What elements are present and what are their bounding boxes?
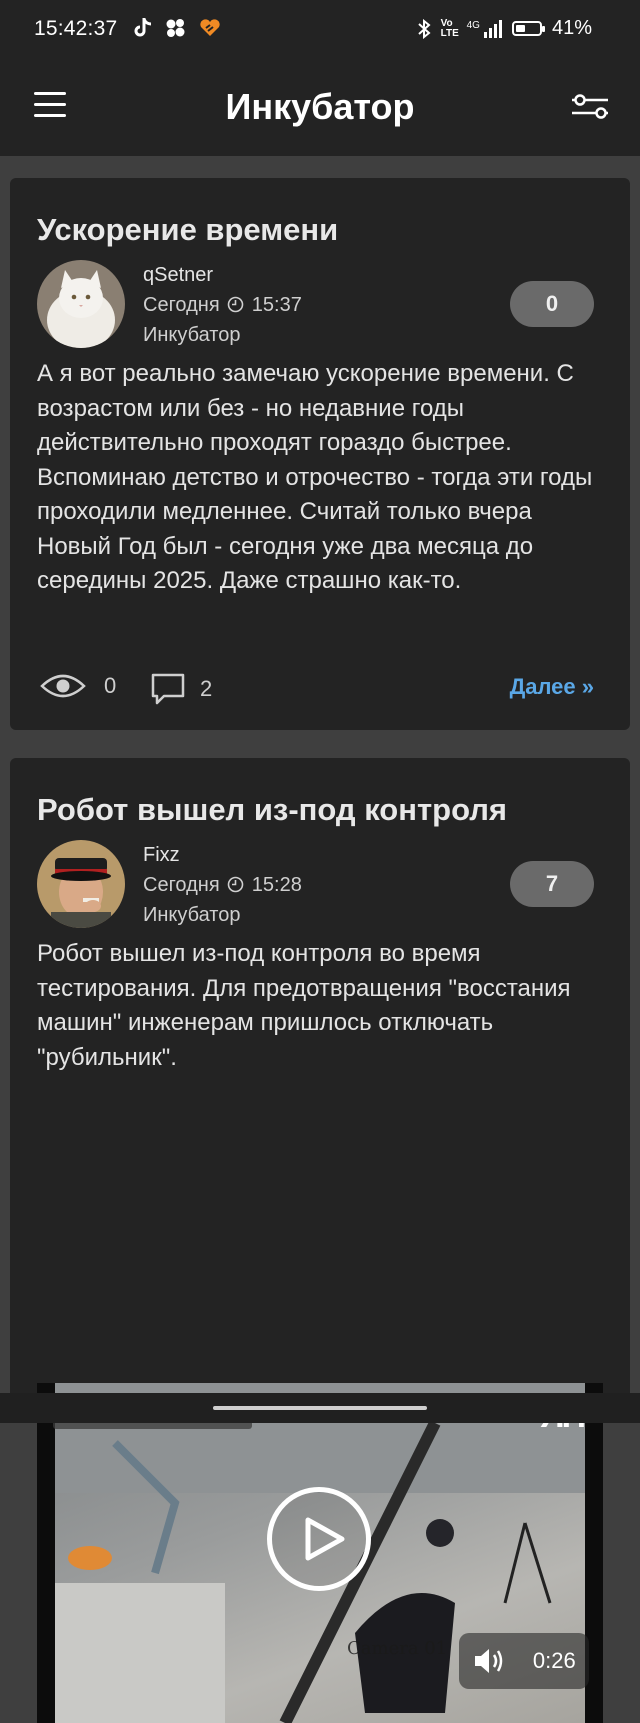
tiktok-icon (134, 18, 152, 37)
post-card: Робот вышел из-под контроля Fixz Сегодня… (10, 758, 630, 1723)
community-name[interactable]: Инкубатор (143, 320, 302, 350)
video-duration: 0:26 (532, 1648, 576, 1673)
play-button-icon[interactable] (267, 1487, 371, 1591)
filter-sliders-icon[interactable] (570, 92, 610, 122)
clock-icon (227, 296, 244, 313)
rating-badge[interactable]: 7 (510, 861, 594, 907)
video-player[interactable]: Восстания машин ЯП Camera 01 0:26 (37, 1383, 603, 1723)
app-title: Инкубатор (225, 86, 415, 127)
bluetooth-icon (417, 18, 431, 39)
volte-icon: Vo LTE (440, 17, 459, 39)
post-text: Робот вышел из-под контроля во время тес… (37, 940, 571, 1071)
video-controls: 0:26 (459, 1633, 589, 1689)
community-name[interactable]: Инкубатор (143, 900, 302, 930)
post-date: Сегодня (143, 874, 220, 896)
author-avatar[interactable] (37, 840, 125, 928)
home-gesture-handle[interactable] (213, 1406, 427, 1410)
post-footer: 0 2 Далее » (40, 668, 594, 706)
read-more-link[interactable]: Далее » (510, 674, 594, 700)
post-datetime: Сегодня 15:37 (143, 290, 302, 320)
app-dots-icon (166, 19, 185, 37)
post-text: А я вот реально замечаю ускорение времен… (37, 360, 593, 594)
battery-percent: 41% (551, 17, 592, 39)
comment-icon (151, 673, 185, 705)
clock-icon (227, 876, 244, 893)
author-name[interactable]: qSetner (143, 260, 302, 290)
author-name[interactable]: Fixz (143, 840, 302, 870)
post-time: 15:28 (251, 874, 302, 896)
notification-icons (133, 17, 221, 39)
post-date: Сегодня (143, 294, 220, 316)
network-type: 4G (466, 19, 480, 31)
app-bar: Инкубатор (0, 56, 640, 156)
post-meta: qSetner Сегодня 15:37 Инкубатор (143, 260, 302, 350)
post-time: 15:37 (251, 294, 302, 316)
post-card: Ускорение времени qSetner Сегодня 15:37 … (10, 178, 630, 730)
battery-fill (515, 25, 525, 32)
post-datetime: Сегодня 15:28 (143, 870, 302, 900)
status-bar: 15:42:37 Vo LTE 4G 41% (0, 0, 640, 56)
post-title[interactable]: Ускорение времени (37, 212, 338, 248)
author-avatar[interactable] (37, 260, 125, 348)
status-time: 15:42:37 (34, 17, 118, 40)
battery-icon (511, 21, 545, 36)
signal-4g-icon: 4G (466, 19, 502, 38)
app-heart-icon (200, 19, 220, 36)
volume-icon[interactable] (472, 1646, 506, 1676)
post-meta: Fixz Сегодня 15:28 Инкубатор (143, 840, 302, 930)
views-stat: 0 (40, 672, 116, 700)
post-title[interactable]: Робот вышел из-под контроля (37, 792, 507, 828)
system-indicators: Vo LTE 4G 41% (417, 17, 592, 40)
rating-badge[interactable]: 0 (510, 281, 594, 327)
comments-count: 2 (200, 676, 213, 701)
comments-stat[interactable]: 2 (150, 672, 212, 706)
system-navigation-bar (0, 1393, 640, 1423)
camera-label: Camera 01 (347, 1638, 448, 1659)
views-count: 0 (104, 673, 117, 698)
eye-icon (40, 674, 86, 698)
